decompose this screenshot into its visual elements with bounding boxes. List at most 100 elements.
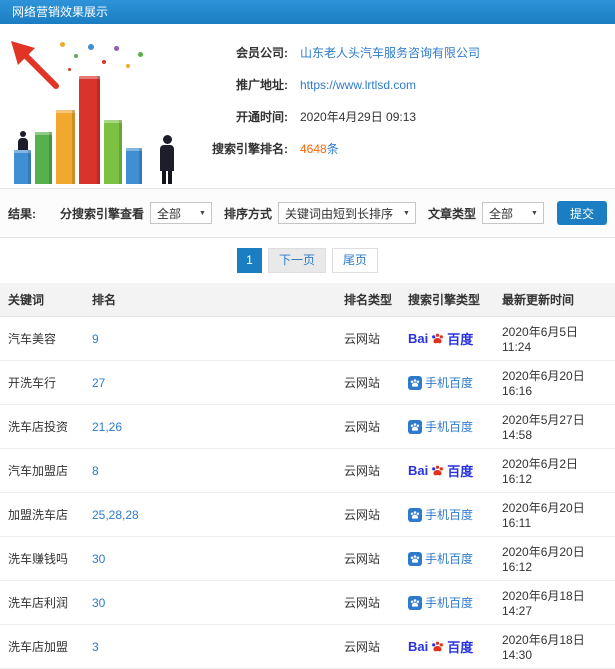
keyword-cell: 开洗车行 — [0, 360, 84, 405]
table-header-row: 关键词 排名 排名类型 搜索引擎类型 最新更新时间 — [0, 283, 615, 317]
baidu-paw-icon — [431, 332, 444, 345]
keyword-cell: 汽车美容 — [0, 316, 84, 361]
opened-label: 开通时间: — [236, 110, 288, 124]
rank-type-cell: 云网站 — [336, 580, 400, 625]
updated-cell: 2020年6月20日 16:11 — [494, 492, 615, 537]
baidu-logo: Bai 百度 — [408, 639, 474, 655]
rank-type-cell: 云网站 — [336, 492, 400, 537]
info-row-rank-count: 搜索引擎排名: 4648条 — [188, 140, 607, 157]
rank-link[interactable]: 3 — [92, 640, 99, 654]
rank-count-value: 4648条 — [300, 140, 339, 157]
mobile-baidu-paw-icon — [408, 419, 422, 434]
chart-bar — [14, 150, 31, 184]
header-rank-type: 排名类型 — [336, 283, 400, 317]
scatter-dot — [126, 64, 130, 68]
member-info-panel: 会员公司: 山东老人头汽车服务咨询有限公司 推广地址: https://www.… — [188, 34, 607, 184]
rank-count-number: 4648 — [300, 142, 327, 156]
baidu-logo: Bai 百度 — [408, 331, 474, 347]
scatter-dot — [102, 60, 106, 64]
keyword-cell: 洗车赚钱吗 — [0, 536, 84, 581]
mobile-baidu-paw-icon — [408, 375, 422, 390]
article-type-value: 全部 — [488, 206, 513, 221]
rank-link[interactable]: 30 — [92, 552, 105, 566]
rank-type-cell: 云网站 — [336, 448, 400, 493]
table-row: 开洗车行 27 云网站 手机百度 2020年6月20日 16:16 — [0, 360, 615, 405]
header-rank: 排名 — [84, 283, 336, 317]
header-keyword: 关键词 — [0, 283, 84, 317]
company-label: 会员公司: — [236, 46, 288, 60]
info-row-opened: 开通时间: 2020年4月29日 09:13 — [188, 108, 607, 125]
next-page-button[interactable]: 下一页 — [267, 248, 326, 273]
keyword-cell: 加盟洗车店 — [0, 492, 84, 537]
page-title: 网络营销效果展示 — [12, 5, 109, 19]
chart-bar — [126, 148, 142, 184]
mobile-baidu-logo: 手机百度 — [408, 506, 473, 523]
rank-link[interactable]: 25,28,28 — [92, 508, 139, 522]
keyword-ranking-table: 关键词 排名 排名类型 搜索引擎类型 最新更新时间 汽车美容 9 云网站 Bai… — [0, 283, 615, 669]
last-page-button[interactable]: 尾页 — [332, 248, 379, 273]
article-type-select[interactable]: 全部 ▼ — [481, 202, 544, 224]
rank-link[interactable]: 21,26 — [92, 420, 122, 434]
mobile-baidu-logo: 手机百度 — [408, 550, 473, 567]
table-row: 洗车店投资 21,26 云网站 手机百度 2020年5月27日 14:58 — [0, 404, 615, 449]
title-bar: 网络营销效果展示 — [0, 0, 615, 24]
table-row: 加盟洗车店 25,28,28 云网站 手机百度 2020年6月20日 16:11 — [0, 492, 615, 537]
info-row-company: 会员公司: 山东老人头汽车服务咨询有限公司 — [188, 44, 607, 61]
rank-type-cell: 云网站 — [336, 404, 400, 449]
rank-link[interactable]: 8 — [92, 464, 99, 478]
filter-bar: 结果: 分搜索引擎查看 全部 ▼ 排序方式 关键词由短到长排序 ▼ 文章类型 全… — [0, 188, 615, 238]
submit-button[interactable]: 提交 — [556, 201, 607, 225]
opened-time-value: 2020年4月29日 09:13 — [300, 110, 417, 124]
site-label: 推广地址: — [236, 78, 288, 92]
rank-link[interactable]: 30 — [92, 596, 105, 610]
updated-cell: 2020年6月20日 16:16 — [494, 360, 615, 405]
rank-link[interactable]: 27 — [92, 376, 105, 390]
updated-cell: 2020年6月2日 16:12 — [494, 448, 615, 493]
mobile-baidu-logo: 手机百度 — [408, 374, 473, 391]
chart-bar — [56, 110, 75, 184]
rank-count-label: 搜索引擎排名: — [212, 142, 288, 156]
chart-bar — [104, 120, 122, 184]
header-updated: 最新更新时间 — [494, 283, 615, 317]
table-row: 洗车赚钱吗 30 云网站 手机百度 2020年6月20日 16:12 — [0, 536, 615, 581]
scatter-dot — [74, 54, 78, 58]
rank-type-cell: 云网站 — [336, 536, 400, 581]
scatter-dot — [68, 68, 71, 71]
mobile-baidu-logo: 手机百度 — [408, 418, 473, 435]
table-row: 洗车店利润 30 云网站 手机百度 2020年6月18日 14:27 — [0, 580, 615, 625]
chart-bar — [79, 76, 100, 184]
sort-value: 关键词由短到长排序 — [284, 206, 393, 221]
engine-filter-label: 分搜索引擎查看 — [59, 206, 144, 221]
engine-filter-value: 全部 — [156, 206, 181, 221]
rank-type-cell: 云网站 — [336, 624, 400, 669]
engine-filter-select[interactable]: 全部 ▼ — [149, 202, 212, 224]
header-engine-type: 搜索引擎类型 — [400, 283, 494, 317]
scatter-dot — [60, 42, 65, 47]
scatter-dot — [88, 44, 94, 50]
person-figure — [16, 131, 30, 150]
promotion-url-link[interactable]: https://www.lrtlsd.com — [300, 78, 416, 92]
company-name-link[interactable]: 山东老人头汽车服务咨询有限公司 — [300, 44, 480, 61]
updated-cell: 2020年6月18日 14:27 — [494, 580, 615, 625]
rank-type-cell: 云网站 — [336, 316, 400, 361]
sort-select[interactable]: 关键词由短到长排序 ▼ — [277, 202, 416, 224]
mobile-baidu-logo: 手机百度 — [408, 594, 473, 611]
sort-label: 排序方式 — [223, 206, 272, 221]
updated-cell: 2020年6月5日 11:24 — [494, 316, 615, 361]
updated-cell: 2020年5月27日 14:58 — [494, 404, 615, 449]
rank-count-unit: 条 — [326, 142, 339, 156]
table-row: 洗车店加盟 3 云网站 Bai 百度 2020年6月18日 14:30 — [0, 624, 615, 669]
scatter-dot — [114, 46, 119, 51]
pagination: 1 下一页 尾页 — [0, 238, 615, 283]
info-section: 会员公司: 山东老人头汽车服务咨询有限公司 推广地址: https://www.… — [0, 24, 615, 188]
marketing-chart-illustration — [8, 34, 188, 184]
info-row-site: 推广地址: https://www.lrtlsd.com — [188, 76, 607, 93]
mobile-baidu-paw-icon — [408, 507, 422, 522]
keyword-cell: 汽车加盟店 — [0, 448, 84, 493]
chevron-down-icon: ▼ — [403, 209, 410, 217]
rank-link[interactable]: 9 — [92, 332, 99, 346]
page-1-button[interactable]: 1 — [236, 248, 262, 273]
updated-cell: 2020年6月20日 16:12 — [494, 536, 615, 581]
table-row: 汽车加盟店 8 云网站 Bai 百度 2020年6月2日 16:12 — [0, 448, 615, 493]
chart-bar — [35, 132, 52, 184]
